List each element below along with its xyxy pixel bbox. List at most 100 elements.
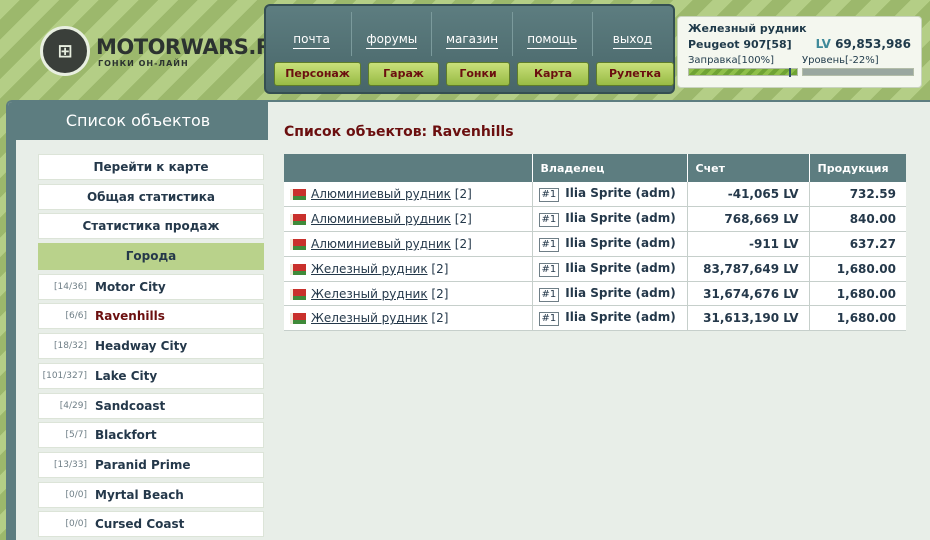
nav-link-forums[interactable]: форумы bbox=[352, 12, 433, 56]
nav-link-mail[interactable]: почта bbox=[272, 12, 353, 56]
main-frame: Список объектов Перейти к карте Общая ст… bbox=[6, 100, 930, 540]
flag-icon bbox=[290, 214, 306, 226]
nav-button-roulette[interactable]: Рулетка bbox=[596, 62, 674, 86]
logo-subtitle: ГОНКИ ОН-ЛАЙН bbox=[98, 58, 189, 68]
city-item[interactable]: [0/0] Myrtal Beach bbox=[38, 481, 264, 508]
owner-id-badge[interactable]: #1 bbox=[538, 188, 560, 203]
nav-link-shop[interactable]: магазин bbox=[432, 12, 513, 56]
city-name: Lake City bbox=[95, 368, 158, 383]
city-item[interactable]: [101/327] Lake City bbox=[38, 362, 264, 389]
city-item[interactable]: [5/7] Blackfort bbox=[38, 422, 264, 449]
table-row: Алюминиевый рудник [2] #1 Ilia Sprite (adm… bbox=[284, 182, 906, 208]
city-name: Cursed Coast bbox=[95, 517, 185, 532]
nav-button-character[interactable]: Персонаж bbox=[274, 62, 361, 86]
city-item[interactable]: [4/29] Sandcoast bbox=[38, 392, 264, 419]
owner-id-badge[interactable]: #1 bbox=[538, 237, 560, 252]
object-cell: Алюминиевый рудник [2] bbox=[284, 231, 533, 257]
object-level: [2] bbox=[454, 212, 472, 227]
fuel-label: Заправка[100%] bbox=[688, 55, 775, 66]
city-item[interactable]: [18/32] Headway City bbox=[38, 333, 264, 360]
object-link[interactable]: Железный рудник bbox=[311, 311, 428, 325]
account-cell: -911 LV bbox=[687, 231, 810, 257]
city-item[interactable]: [6/6] Ravenhills bbox=[38, 303, 264, 330]
sidebar-button-general-stats[interactable]: Общая статистика bbox=[38, 183, 264, 210]
object-link[interactable]: Железный рудник bbox=[311, 262, 428, 276]
flag-icon bbox=[290, 313, 306, 325]
account-cell: 31,613,190 LV bbox=[687, 305, 810, 332]
object-cell: Железный рудник [2] bbox=[284, 281, 533, 307]
sidebar-button-sales-stats[interactable]: Статистика продаж bbox=[38, 213, 264, 240]
owner-cell: #1 Ilia Sprite (adm) bbox=[532, 305, 688, 332]
table-body: Алюминиевый рудник [2] #1 Ilia Sprite (adm… bbox=[284, 182, 906, 332]
owner-name[interactable]: Ilia Sprite (adm) bbox=[565, 261, 675, 275]
owner-name[interactable]: Ilia Sprite (adm) bbox=[565, 286, 675, 300]
column-production: Продукция bbox=[809, 154, 906, 182]
object-level: [2] bbox=[431, 261, 449, 276]
production-cell: 732.59 bbox=[809, 182, 906, 208]
status-money: LV 69,853,986 bbox=[816, 37, 911, 51]
nav-button-races[interactable]: Гонки bbox=[446, 62, 510, 86]
production-cell: 1,680.00 bbox=[809, 256, 906, 282]
object-link[interactable]: Алюминиевый рудник bbox=[311, 212, 451, 226]
owner-name[interactable]: Ilia Sprite (adm) bbox=[565, 310, 675, 324]
table-row: Железный рудник [2] #1 Ilia Sprite (adm) 31… bbox=[284, 281, 906, 307]
table-row: Алюминиевый рудник [2] #1 Ilia Sprite (adm… bbox=[284, 231, 906, 257]
city-item[interactable]: [13/33] Paranid Prime bbox=[38, 451, 264, 478]
city-item[interactable]: [0/0] Cursed Coast bbox=[38, 511, 264, 538]
owner-cell: #1 Ilia Sprite (adm) bbox=[532, 182, 688, 208]
flag-icon bbox=[290, 238, 306, 250]
city-count: [14/36] bbox=[54, 281, 87, 292]
city-count: [13/33] bbox=[54, 459, 87, 470]
nav-panel: почта форумы магазин помощь выход Персон… bbox=[264, 4, 675, 94]
table-row: Железный рудник [2] #1 Ilia Sprite (adm) 31… bbox=[284, 305, 906, 332]
owner-id-badge[interactable]: #1 bbox=[538, 213, 560, 228]
city-count: [0/0] bbox=[65, 489, 87, 500]
nav-link-logout[interactable]: выход bbox=[593, 12, 672, 56]
city-count: [0/0] bbox=[65, 519, 87, 530]
account-cell: 31,674,676 LV bbox=[687, 281, 810, 307]
owner-name[interactable]: Ilia Sprite (adm) bbox=[565, 211, 675, 225]
city-list: [14/36] Motor City [6/6] Ravenhills [18/32] H… bbox=[38, 273, 264, 538]
logo[interactable]: ⊞ MOTORWARS.RU ГОНКИ ОН-ЛАЙН bbox=[40, 26, 289, 76]
city-name: Motor City bbox=[95, 279, 166, 294]
sidebar: Перейти к карте Общая статистика Статист… bbox=[38, 154, 264, 540]
nav-button-garage[interactable]: Гараж bbox=[368, 62, 439, 86]
header: ⊞ MOTORWARS.RU ГОНКИ ОН-ЛАЙН почта форум… bbox=[0, 0, 930, 98]
production-cell: 840.00 bbox=[809, 206, 906, 233]
object-link[interactable]: Алюминиевый рудник bbox=[311, 187, 451, 201]
column-object bbox=[284, 154, 533, 182]
fuel-bar bbox=[688, 68, 798, 77]
currency-label: LV bbox=[815, 37, 831, 51]
logo-badge-icon: ⊞ bbox=[40, 26, 90, 76]
owner-id-badge[interactable]: #1 bbox=[538, 312, 560, 327]
city-count: [18/32] bbox=[54, 341, 87, 352]
city-count: [4/29] bbox=[59, 400, 87, 411]
owner-id-badge[interactable]: #1 bbox=[538, 262, 560, 277]
status-car: Peugeot 907[58] bbox=[688, 38, 792, 51]
production-cell: 637.27 bbox=[809, 231, 906, 257]
logo-title: MOTORWARS.RU bbox=[96, 34, 289, 59]
fuel-bar-marker bbox=[789, 68, 791, 77]
table-row: Алюминиевый рудник [2] #1 Ilia Sprite (adm… bbox=[284, 206, 906, 233]
owner-id-badge[interactable]: #1 bbox=[538, 287, 560, 302]
owner-cell: #1 Ilia Sprite (adm) bbox=[532, 206, 688, 233]
nav-link-help[interactable]: помощь bbox=[513, 12, 593, 56]
owner-cell: #1 Ilia Sprite (adm) bbox=[532, 231, 688, 257]
status-panel: Железный рудник Peugeot 907[58] LV 69,85… bbox=[677, 16, 922, 88]
owner-name[interactable]: Ilia Sprite (adm) bbox=[565, 186, 675, 200]
nav-button-map[interactable]: Карта bbox=[517, 62, 589, 86]
object-link[interactable]: Железный рудник bbox=[311, 287, 428, 301]
flag-icon bbox=[290, 189, 306, 201]
city-name: Blackfort bbox=[95, 428, 157, 443]
city-item[interactable]: [14/36] Motor City bbox=[38, 273, 264, 300]
sidebar-button-go-to-map[interactable]: Перейти к карте bbox=[38, 154, 264, 180]
city-name: Paranid Prime bbox=[95, 457, 191, 472]
owner-name[interactable]: Ilia Sprite (adm) bbox=[565, 236, 675, 250]
account-cell: 768,669 LV bbox=[687, 206, 810, 233]
level-label: Уровень[-22%] bbox=[802, 55, 879, 66]
city-count: [5/7] bbox=[65, 430, 87, 441]
production-cell: 1,680.00 bbox=[809, 305, 906, 332]
page-title: Список объектов: Ravenhills bbox=[284, 124, 514, 140]
object-link[interactable]: Алюминиевый рудник bbox=[311, 237, 451, 251]
city-count: [6/6] bbox=[65, 311, 87, 322]
